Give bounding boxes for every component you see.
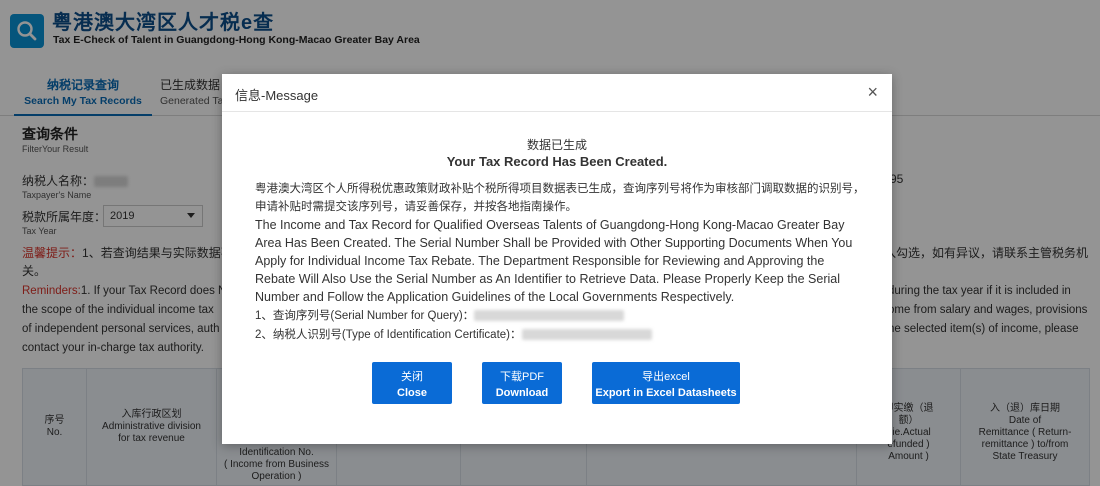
taxpayer-id-value: [521, 329, 652, 341]
dialog-title: 信息-Message: [235, 88, 319, 103]
export-excel-button[interactable]: 导出excel Export in Excel Datasheets: [592, 362, 740, 404]
download-pdf-button[interactable]: 下载PDF Download: [482, 362, 562, 404]
close-icon[interactable]: ×: [867, 82, 878, 102]
close-button-cn: 关闭: [401, 371, 423, 383]
dialog-heading-cn: 数据已生成: [526, 138, 587, 152]
download-button-cn: 下载PDF: [500, 371, 544, 383]
download-button-en: Download: [495, 387, 549, 399]
dialog-message-cn: 粤港澳大湾区个人所得税优惠政策财政补贴个税所得项目数据表已生成，查询序列号将作为…: [255, 183, 865, 213]
serial-number-value: [474, 310, 625, 322]
export-button-cn: 导出excel: [642, 371, 690, 383]
serial-number-row: 1、查询序列号(Serial Number for Query)：: [255, 306, 865, 325]
message-dialog: 信息-Message × 数据已生成 Your Tax Record Has B…: [222, 74, 892, 444]
dialog-message-en: The Income and Tax Record for Qualified …: [255, 218, 853, 304]
close-button-en: Close: [397, 387, 427, 399]
taxpayer-id-row: 2、纳税人识别号(Type of Identification Certific…: [255, 325, 865, 344]
dialog-heading-en: Your Tax Record Has Been Created.: [446, 154, 668, 169]
close-button[interactable]: 关闭 Close: [372, 362, 452, 404]
dialog-message: 粤港澳大湾区个人所得税优惠政策财政补贴个税所得项目数据表已生成，查询序列号将作为…: [255, 180, 865, 344]
dialog-header: 信息-Message ×: [222, 74, 892, 112]
dialog-actions: 关闭 Close 下载PDF Download 导出excel Export i…: [222, 362, 892, 406]
taxpayer-id-label: 2、纳税人识别号(Type of Identification Certific…: [255, 329, 522, 341]
serial-number-label: 1、查询序列号(Serial Number for Query)：: [255, 310, 475, 322]
export-button-en: Export in Excel Datasheets: [595, 387, 737, 399]
